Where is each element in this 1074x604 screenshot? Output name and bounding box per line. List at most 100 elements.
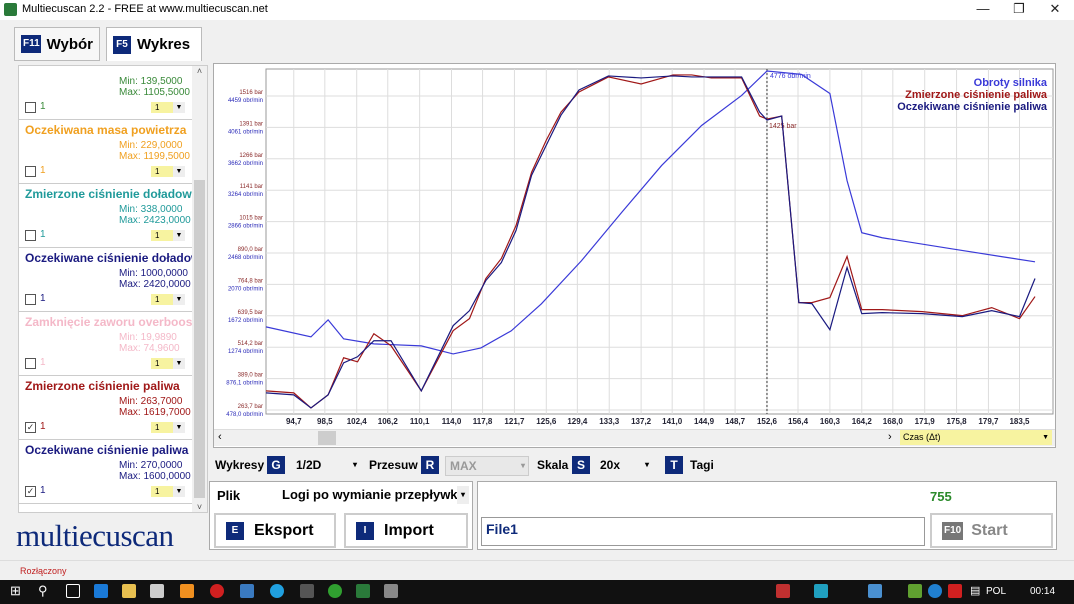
notifications-icon[interactable]: ▤: [970, 584, 980, 597]
x-tick-label: 168,0: [883, 417, 904, 426]
edge-icon[interactable]: [94, 584, 108, 598]
tray-icon[interactable]: [948, 584, 962, 598]
tray-icon[interactable]: [814, 584, 828, 598]
parameter-min: Min: 270,0000: [119, 460, 183, 471]
language-indicator[interactable]: POL: [986, 586, 1006, 597]
wykresy-select[interactable]: 1/2D ▾: [292, 456, 360, 474]
parameter-checkbox[interactable]: ✓: [25, 422, 36, 433]
tab-wybor[interactable]: F11 Wybór: [14, 27, 100, 61]
tray-icon[interactable]: [776, 584, 790, 598]
parameter-count: 1: [40, 165, 46, 176]
scrollbar-thumb[interactable]: [318, 431, 336, 445]
multiecuscan-task-icon[interactable]: [356, 584, 370, 598]
parameter-min: Min: 338,0000: [119, 204, 183, 215]
scale-select[interactable]: 1 ▼: [151, 102, 185, 113]
minimize-button[interactable]: —: [966, 0, 1000, 20]
parameter-count: 1: [40, 485, 46, 496]
task-view-icon[interactable]: [66, 584, 80, 598]
skype-icon[interactable]: [270, 584, 284, 598]
opera-icon[interactable]: [210, 584, 224, 598]
parameter-max: Max: 1600,0000: [119, 471, 191, 482]
window-title: Multiecuscan 2.2 - FREE at www.multiecus…: [22, 3, 268, 15]
scale-select[interactable]: 1 ▼: [151, 230, 185, 241]
chevron-down-icon: ▾: [644, 460, 649, 469]
plot-area: [265, 68, 1054, 415]
clock[interactable]: 00:14: [1030, 586, 1055, 597]
scroll-up-icon[interactable]: ˄: [192, 66, 207, 76]
tray-icon[interactable]: [908, 584, 922, 598]
sample-count: 755: [930, 489, 952, 504]
x-tick-label: 114,0: [442, 417, 462, 426]
x-tick-label: 160,3: [820, 417, 841, 426]
x-tick-label: 137,2: [631, 417, 652, 426]
parameter-max: Max: 1619,7000: [119, 407, 191, 418]
start-button[interactable]: F10 Start: [930, 513, 1053, 548]
parameter-max: Max: 2423,0000: [119, 215, 191, 226]
chevron-down-icon: ▾: [520, 461, 525, 470]
parameter-checkbox[interactable]: [25, 230, 36, 241]
chart[interactable]: 94,7 98,5 102,4 106,2 110,1 114,0 117,8 121,7 12…: [214, 64, 1055, 429]
close-button[interactable]: ✕: [1038, 0, 1072, 20]
file-select[interactable]: Logi po wymianie przepływk ▾: [282, 486, 469, 504]
parameter-checkbox[interactable]: [25, 358, 36, 369]
parameter-name: Zmierzone ciśnienie paliwa: [25, 379, 180, 393]
scroll-left-icon[interactable]: ‹: [218, 431, 222, 443]
app-icon[interactable]: [300, 584, 314, 598]
search-icon[interactable]: ⚲: [38, 583, 48, 599]
export-button[interactable]: E Eksport: [214, 513, 336, 548]
app-icon[interactable]: [384, 584, 398, 598]
chart-panel[interactable]: 94,7 98,5 102,4 106,2 110,1 114,0 117,8 121,7 12…: [213, 63, 1056, 448]
scrollbar-thumb[interactable]: [194, 180, 205, 498]
app-icon[interactable]: [240, 584, 254, 598]
skala-select[interactable]: 20x ▾: [596, 456, 652, 474]
parameter-item[interactable]: Zmierzone ciśnienie paliwa Min: 263,7000…: [19, 376, 194, 440]
parameter-item[interactable]: Oczekiwane ciśnienie doładow Min: 1000,0…: [19, 248, 200, 312]
y-tick-label-bar: 890,0 bar: [238, 247, 263, 253]
key-badge: F5: [113, 35, 131, 54]
parameter-item[interactable]: Zmierzone ciśnienie doładowa Min: 338,00…: [19, 184, 198, 248]
parameter-name: Oczekiwane ciśnienie doładow: [25, 251, 201, 265]
explorer-icon[interactable]: [122, 584, 136, 598]
tray-icon[interactable]: [868, 584, 882, 598]
x-tick-label: 133,3: [599, 417, 620, 426]
media-icon[interactable]: [180, 584, 194, 598]
parameter-item[interactable]: Zamknięcie zaworu overboost Min: 19,9890…: [19, 312, 196, 376]
restore-button[interactable]: ❐: [1002, 0, 1036, 20]
parameter-item[interactable]: Min: 139,5000 Max: 1105,5000 1 1 ▼: [19, 66, 194, 120]
tagi-button[interactable]: Tagi: [690, 456, 714, 474]
scale-select[interactable]: 1 ▼: [151, 422, 185, 433]
taskbar: ⊞ ⚲ ▤ POL 00:14: [0, 580, 1074, 604]
windows-start-icon[interactable]: ⊞: [10, 583, 21, 599]
przesuw-select[interactable]: MAX ▾: [445, 456, 529, 476]
scale-select[interactable]: 1 ▼: [151, 486, 185, 497]
parameter-max: Max: 74,9600: [119, 343, 180, 354]
y-tick-label-rpm: 2468 obr/min: [228, 255, 263, 261]
parameter-checkbox[interactable]: [25, 166, 36, 177]
x-axis-select[interactable]: Czas (Δt) ▼: [900, 430, 1052, 445]
scale-select[interactable]: 1 ▼: [151, 294, 185, 305]
file-name-input[interactable]: File1: [481, 517, 925, 546]
key-badge: G: [267, 456, 285, 474]
scale-select[interactable]: 1 ▼: [151, 166, 185, 177]
parameter-checkbox[interactable]: [25, 294, 36, 305]
x-tick-label: 144,9: [694, 417, 715, 426]
parameter-item[interactable]: Oczekiwane ciśnienie paliwa Min: 270,000…: [19, 440, 194, 504]
button-label: Import: [384, 521, 434, 539]
tray-icon[interactable]: [928, 584, 942, 598]
import-button[interactable]: I Import: [344, 513, 468, 548]
parameter-count: 1: [40, 357, 46, 368]
parameter-name: Oczekiwana masa powietrza: [25, 123, 187, 137]
chevron-down-icon: ▾: [457, 486, 469, 504]
parameter-item[interactable]: Oczekiwana masa powietrza Min: 229,0000 …: [19, 120, 194, 184]
calculator-icon[interactable]: [150, 584, 164, 598]
app-icon[interactable]: [328, 584, 342, 598]
parameter-checkbox[interactable]: [25, 102, 36, 113]
tab-wykres[interactable]: F5 Wykres: [106, 27, 202, 61]
scale-select[interactable]: 1 ▼: [151, 358, 185, 369]
parameter-checkbox[interactable]: ✓: [25, 486, 36, 497]
scroll-down-icon[interactable]: ˅: [192, 502, 207, 512]
x-tick-label: 175,8: [947, 417, 968, 426]
scroll-right-icon[interactable]: ›: [888, 431, 892, 443]
y-tick-label-rpm: 3264 obr/min: [228, 192, 263, 198]
x-tick-label: 102,4: [347, 417, 368, 426]
